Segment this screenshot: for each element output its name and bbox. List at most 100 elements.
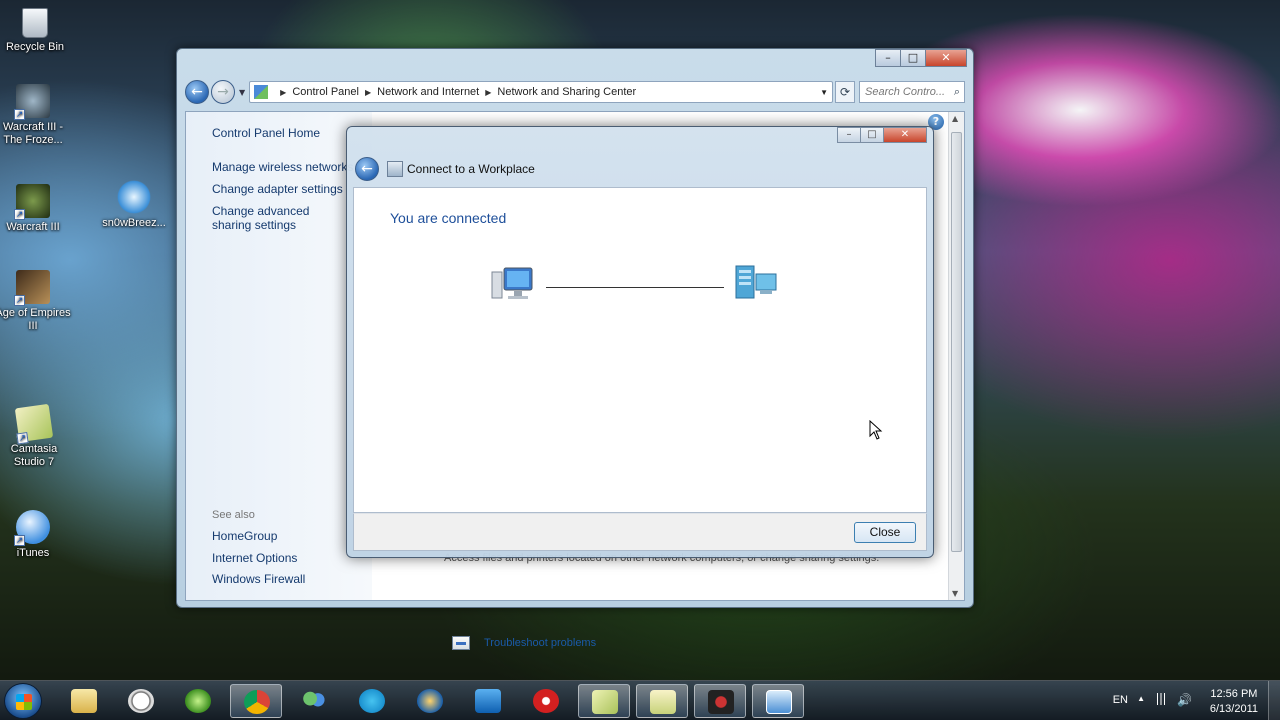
taskbar-file-manager[interactable] bbox=[636, 684, 688, 718]
wireless-signal-icon[interactable] bbox=[1154, 693, 1168, 705]
desktop-icon-warcraft[interactable]: ↗ Warcraft III bbox=[0, 184, 71, 234]
clock-icon bbox=[128, 689, 154, 713]
change-advanced-sharing-link[interactable]: Change advanced sharing settings bbox=[212, 204, 352, 232]
scroll-up-icon[interactable]: ▲ bbox=[952, 114, 958, 123]
refresh-button[interactable]: ⟳ bbox=[835, 81, 855, 103]
shortcut-arrow-icon: ↗ bbox=[16, 432, 29, 445]
maximize-button[interactable]: □ bbox=[900, 49, 926, 67]
connection-status-heading: You are connected bbox=[390, 210, 507, 226]
forward-button[interactable]: → bbox=[211, 80, 235, 104]
search-placeholder: Search Contro... bbox=[865, 86, 946, 98]
folder-icon bbox=[650, 690, 676, 714]
scroll-down-icon[interactable]: ▼ bbox=[952, 589, 958, 598]
control-panel-home-link[interactable]: Control Panel Home bbox=[212, 126, 320, 140]
clock-date: 6/13/2011 bbox=[1209, 703, 1258, 715]
taskbar-clock-app[interactable] bbox=[115, 684, 167, 718]
workplace-server-icon bbox=[735, 265, 777, 299]
windows-firewall-link[interactable]: Windows Firewall bbox=[212, 572, 305, 586]
search-input[interactable]: Search Contro... ⌕ bbox=[859, 81, 965, 103]
change-adapter-settings-link[interactable]: Change adapter settings bbox=[212, 182, 343, 196]
media-player-icon bbox=[185, 689, 211, 713]
desktop-icon-age-of-empires[interactable]: ↗ Age of Empires III bbox=[0, 270, 71, 333]
desktop-icon-warcraft-frozen-throne[interactable]: ↗ Warcraft III - The Froze... bbox=[0, 84, 71, 147]
close-window-button[interactable]: ✕ bbox=[925, 49, 967, 67]
desktop-icon-label: iTunes bbox=[16, 547, 50, 559]
taskbar: EN ▲ 🔊 12:56 PM 6/13/2011 bbox=[0, 680, 1280, 720]
troubleshoot-label[interactable]: Troubleshoot problems bbox=[484, 637, 596, 649]
taskbar-chrome[interactable] bbox=[230, 684, 282, 718]
messenger-icon bbox=[301, 689, 327, 713]
taskbar-teamviewer[interactable] bbox=[462, 684, 514, 718]
clock[interactable]: 12:56 PM 6/13/2011 bbox=[1210, 687, 1258, 717]
clock-time: 12:56 PM bbox=[1210, 688, 1258, 700]
troubleshoot-problems-link[interactable]: Troubleshoot problems bbox=[452, 636, 596, 650]
search-icon[interactable]: ⌕ bbox=[954, 86, 960, 99]
address-dropdown[interactable]: ▼ bbox=[820, 88, 828, 97]
skype-icon bbox=[359, 689, 385, 713]
notes-icon bbox=[592, 690, 618, 714]
taskbar-explorer[interactable] bbox=[58, 684, 110, 718]
chrome-icon bbox=[244, 690, 270, 714]
left-navigation-pane: Control Panel Home Manage wireless netwo… bbox=[186, 112, 372, 600]
control-panel-icon bbox=[254, 85, 269, 99]
taskbar-network-control-panel[interactable] bbox=[752, 684, 804, 718]
taskbar-media-player[interactable] bbox=[172, 684, 224, 718]
breadcrumb-network-internet[interactable]: Network and Internet bbox=[377, 86, 479, 98]
start-button[interactable] bbox=[4, 683, 42, 719]
shortcut-arrow-icon: ↗ bbox=[14, 209, 25, 220]
dialog-maximize-button[interactable]: □ bbox=[860, 127, 884, 143]
dialog-footer: Close bbox=[353, 513, 927, 551]
show-desktop-button[interactable] bbox=[1268, 681, 1280, 720]
taskbar-notes[interactable] bbox=[578, 684, 630, 718]
desktop-icon-camtasia[interactable]: ↗ Camtasia Studio 7 bbox=[0, 403, 72, 469]
manage-wireless-networks-link[interactable]: Manage wireless networks bbox=[212, 160, 353, 174]
desktop-icon-label: Warcraft III - The Froze... bbox=[2, 121, 64, 146]
breadcrumb-separator[interactable]: ▶ bbox=[365, 88, 371, 97]
mouse-cursor-icon bbox=[869, 420, 883, 440]
teamviewer-icon bbox=[475, 689, 501, 713]
close-button[interactable]: Close bbox=[854, 522, 916, 543]
speaker-icon[interactable]: 🔊 bbox=[1177, 693, 1192, 707]
recent-pages-dropdown[interactable]: ▼ bbox=[239, 88, 245, 97]
dialog-back-button[interactable]: ← bbox=[355, 157, 379, 181]
back-button[interactable]: ← bbox=[185, 80, 209, 104]
snowflake-icon bbox=[117, 180, 151, 214]
dialog-minimize-button[interactable]: – bbox=[837, 127, 861, 143]
connection-line bbox=[546, 287, 724, 288]
itunes-icon: ↗ bbox=[14, 510, 50, 546]
folder-icon bbox=[71, 689, 97, 713]
breadcrumb-network-sharing-center[interactable]: Network and Sharing Center bbox=[497, 86, 636, 98]
address-bar[interactable]: ▶ Control Panel ▶ Network and Internet ▶… bbox=[249, 81, 833, 103]
desktop-icon-itunes[interactable]: ↗ iTunes bbox=[0, 510, 71, 560]
vertical-scrollbar[interactable]: ▲ ▼ bbox=[948, 112, 964, 600]
taskbar-messenger[interactable] bbox=[288, 684, 340, 718]
desktop-icon-recycle-bin[interactable]: Recycle Bin bbox=[0, 8, 73, 54]
internet-options-link[interactable]: Internet Options bbox=[212, 551, 297, 565]
breadcrumb-separator[interactable]: ▶ bbox=[280, 88, 286, 97]
homegroup-link[interactable]: HomeGroup bbox=[212, 529, 277, 543]
desktop-icon-label: Age of Empires III bbox=[0, 307, 71, 332]
desktop-icon-label: sn0wBreez... bbox=[102, 217, 166, 229]
language-indicator[interactable]: EN bbox=[1113, 694, 1128, 706]
scrollbar-thumb[interactable] bbox=[951, 132, 962, 552]
breadcrumb-separator[interactable]: ▶ bbox=[485, 88, 491, 97]
camtasia-icon: ↗ bbox=[14, 403, 54, 445]
workplace-network-icon bbox=[387, 161, 403, 177]
system-tray: EN ▲ 🔊 12:56 PM 6/13/2011 bbox=[1080, 681, 1280, 720]
shortcut-arrow-icon: ↗ bbox=[14, 535, 25, 546]
media-app-icon bbox=[708, 690, 734, 714]
desktop-icon-label: Camtasia Studio 7 bbox=[10, 443, 58, 468]
taskbar-media-app[interactable] bbox=[694, 684, 746, 718]
troubleshoot-icon bbox=[452, 636, 470, 650]
taskbar-skype[interactable] bbox=[346, 684, 398, 718]
network-icon bbox=[766, 690, 792, 714]
avast-icon bbox=[417, 689, 443, 713]
desktop-icon-snowbreeze[interactable]: sn0wBreez... bbox=[96, 180, 172, 230]
dialog-close-x-button[interactable]: ✕ bbox=[883, 127, 927, 143]
desktop-icon-label: Warcraft III bbox=[6, 221, 60, 233]
minimize-button[interactable]: – bbox=[875, 49, 901, 67]
taskbar-avast[interactable] bbox=[404, 684, 456, 718]
taskbar-pokerstars[interactable] bbox=[520, 684, 572, 718]
breadcrumb-control-panel[interactable]: Control Panel bbox=[292, 86, 359, 98]
show-hidden-icons-icon[interactable]: ▲ bbox=[1137, 694, 1145, 703]
